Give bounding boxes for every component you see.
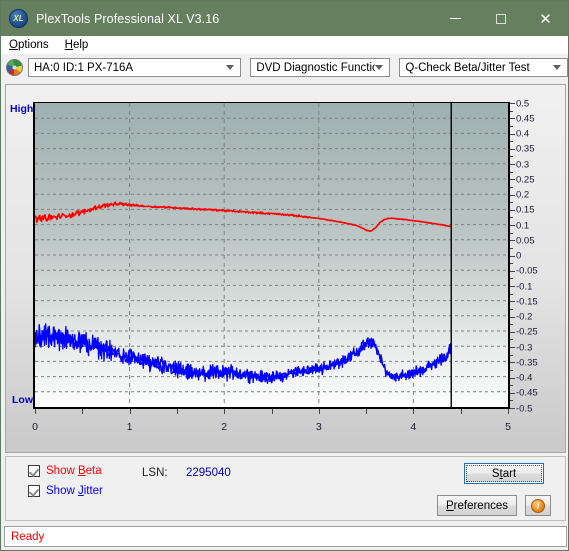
info-icon: i	[531, 498, 545, 513]
y-tick-label: 0	[516, 250, 522, 262]
show-jitter-row[interactable]: Show Jitter	[28, 485, 103, 497]
x-tick-label: 3	[315, 421, 322, 433]
y-axis-ticks: 0.5 0.45 0.4 0.35 0.3 0.25 0.2 0.15 0.1 0.05 0 -0.0…	[516, 97, 564, 417]
chevron-down-icon	[375, 65, 384, 70]
info-button[interactable]: i	[525, 495, 551, 516]
x-axis-ticks: 0 1 2 3 4 5	[6, 415, 567, 435]
x-tick-label: 0	[32, 421, 38, 433]
y-tick-label: 0.4	[516, 128, 530, 140]
window-controls: ✕	[433, 1, 568, 36]
axis-label-low: Low	[12, 394, 33, 406]
lsn-label: LSN:	[142, 467, 168, 479]
chart-panel: High Low 0.5 0.45 0.4 0.35 0.3 0.25 0.2 0.15 0.1…	[5, 84, 566, 453]
start-button[interactable]: Start	[464, 463, 544, 484]
y-tick-label: -0.05	[516, 265, 538, 277]
y-tick-label: 0.15	[516, 204, 535, 216]
status-bar: Ready	[4, 526, 567, 547]
controls-panel: Show Beta Show Jitter LSN: 2295040 Start…	[5, 456, 566, 521]
function-select[interactable]: DVD Diagnostic Functions	[250, 58, 391, 77]
x-tick-label: 1	[126, 421, 133, 433]
plot-canvas	[35, 103, 508, 407]
lsn-value: 2295040	[186, 467, 231, 479]
show-jitter-label: Show Jitter	[46, 485, 103, 497]
drive-select[interactable]: HA:0 ID:1 PX-716A	[28, 58, 242, 77]
y-tick-label: -0.3	[516, 342, 533, 353]
y-tick-label: -0.25	[516, 326, 538, 338]
y-tick-label: -0.45	[516, 387, 538, 399]
beta-jitter-plot[interactable]	[33, 102, 510, 409]
drive-select-value: HA:0 ID:1 PX-716A	[34, 61, 134, 74]
y-tick-label: 0.2	[516, 189, 530, 201]
x-tick-label: 5	[505, 421, 511, 433]
chevron-down-icon	[553, 65, 561, 70]
preferences-button[interactable]: Preferences	[437, 495, 517, 516]
xl-logo-icon: XL	[9, 9, 28, 28]
y-tick-label: 0.05	[516, 235, 535, 247]
maximize-icon[interactable]	[478, 1, 523, 36]
close-icon[interactable]: ✕	[523, 1, 568, 36]
plextools-window: XL PlexTools Professional XL V3.16 ✕ Opt…	[0, 0, 569, 551]
test-select-value: Q-Check Beta/Jitter Test	[405, 61, 530, 74]
y-tick-label: -0.1	[516, 281, 533, 292]
axis-label-high: High	[10, 103, 34, 115]
show-beta-row[interactable]: Show Beta	[28, 465, 102, 477]
status-text: Ready	[11, 530, 45, 543]
optical-disc-icon	[6, 59, 23, 76]
preferences-button-label: Preferences	[445, 499, 508, 512]
menu-item-options[interactable]: Options	[9, 39, 49, 51]
y-tick-label: -0.35	[516, 357, 538, 369]
start-button-label: Start	[491, 467, 517, 480]
title-bar: XL PlexTools Professional XL V3.16 ✕	[1, 1, 568, 36]
x-tick-label: 2	[221, 421, 228, 433]
x-tick-label: 4	[410, 421, 417, 433]
y-tick-label: 0.3	[516, 159, 530, 170]
test-select[interactable]: Q-Check Beta/Jitter Test	[399, 58, 568, 77]
menu-bar: Options Help	[1, 36, 568, 55]
y-tick-label: 0.5	[516, 98, 530, 109]
show-beta-label: Show Beta	[46, 465, 102, 477]
y-tick-label: -0.4	[516, 372, 533, 384]
show-jitter-checkbox[interactable]	[28, 485, 40, 497]
y-tick-label: -0.15	[516, 296, 538, 308]
y-tick-label: 0.35	[516, 143, 535, 155]
menu-item-help[interactable]: Help	[65, 39, 89, 51]
y-tick-label: -0.5	[516, 403, 533, 414]
y-tick-label: 0.25	[516, 174, 535, 186]
y-tick-label: 0.1	[516, 220, 530, 231]
y-tick-label: 0.45	[516, 113, 535, 125]
y-tick-label: -0.2	[516, 311, 533, 323]
minimize-icon[interactable]	[433, 1, 478, 36]
toolbar: HA:0 ID:1 PX-716A DVD Diagnostic Functio…	[1, 54, 568, 81]
function-select-value: DVD Diagnostic Functions	[256, 61, 376, 74]
window-title: PlexTools Professional XL V3.16	[36, 11, 220, 26]
show-beta-checkbox[interactable]	[28, 465, 40, 477]
chevron-down-icon	[226, 65, 235, 70]
